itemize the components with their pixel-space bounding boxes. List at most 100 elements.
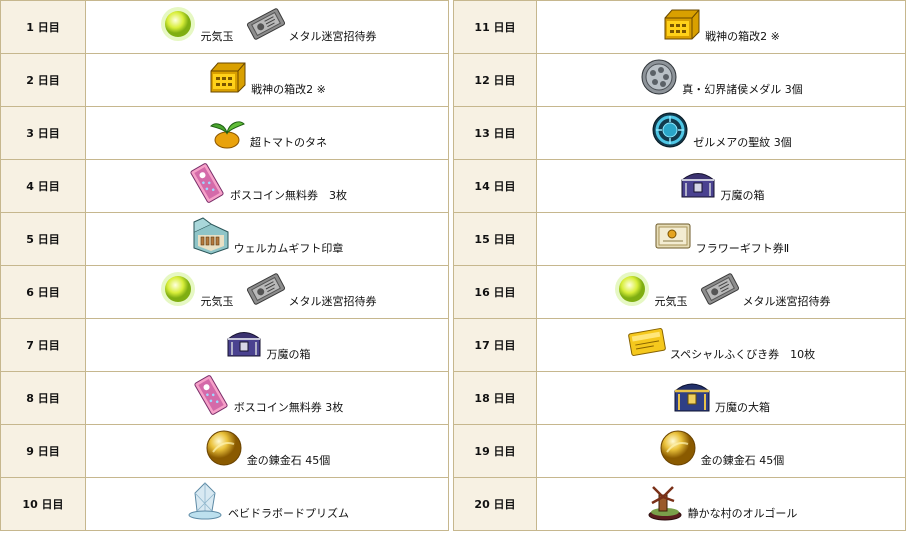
genki-orb-icon bbox=[160, 272, 195, 306]
reward-item: ウェルカムギフト印章 bbox=[191, 216, 344, 256]
reward-items: 金の錬金石 45個 bbox=[86, 428, 448, 474]
reward-cell: 元気玉 メタル迷宮招待券 bbox=[536, 265, 906, 319]
reward-label: メタル迷宮招待券 bbox=[288, 30, 377, 43]
reward-item: 戦神の箱改2 ※ bbox=[208, 57, 326, 97]
metal-ticket-icon bbox=[700, 273, 739, 305]
day-label: 11 日目 bbox=[453, 0, 537, 54]
day-label: 9 日目 bbox=[0, 424, 86, 478]
table-row: 6 日目 元気玉 メタル迷宮招待券 bbox=[0, 265, 449, 319]
reward-item: スペシャルふくびき券 10枚 bbox=[627, 322, 815, 362]
reward-items: 元気玉 メタル迷宮招待券 bbox=[86, 4, 448, 50]
day-label: 16 日目 bbox=[453, 265, 537, 319]
day-label: 4 日目 bbox=[0, 159, 86, 213]
reward-item: 静かな村のオルゴール bbox=[645, 481, 798, 521]
day-label: 8 日目 bbox=[0, 371, 86, 425]
music-box-icon bbox=[648, 486, 682, 521]
reward-items: 万魔の箱 bbox=[537, 163, 905, 209]
reward-items: 静かな村のオルゴール bbox=[537, 481, 905, 527]
day-label: 15 日目 bbox=[453, 212, 537, 266]
reward-cell: 万魔の大箱 bbox=[536, 371, 906, 425]
reward-item: メタル迷宮招待券 bbox=[246, 269, 377, 309]
day-label: 17 日目 bbox=[453, 318, 537, 372]
reward-cell: 金の錬金石 45個 bbox=[536, 424, 906, 478]
reward-cell: 戦神の箱改2 ※ bbox=[536, 0, 906, 54]
reward-item: 元気玉 bbox=[158, 269, 234, 309]
reward-items: ウェルカムギフト印章 bbox=[86, 216, 448, 262]
reward-item: 万魔の箱 bbox=[224, 322, 311, 362]
reward-item: ベビドラボードプリズム bbox=[185, 481, 349, 521]
reward-label: ベビドラボードプリズム bbox=[228, 507, 349, 520]
flower-gift-ticket-icon bbox=[655, 223, 691, 249]
reward-cell: 万魔の箱 bbox=[536, 159, 906, 213]
reward-cell: ボスコイン無料券 3枚 bbox=[85, 159, 449, 213]
day-label: 12 日目 bbox=[453, 53, 537, 107]
boss-coin-ticket-icon bbox=[194, 375, 228, 415]
reward-label: 万魔の大箱 bbox=[715, 401, 770, 414]
reward-item: 元気玉 bbox=[158, 4, 234, 44]
day-label: 3 日目 bbox=[0, 106, 86, 160]
reward-label: 元気玉 bbox=[200, 30, 234, 43]
reward-item: フラワーギフト券Ⅱ bbox=[653, 216, 789, 256]
table-row: 1 日目 元気玉 メタル迷宮招待券 bbox=[0, 0, 449, 54]
gold-box-icon bbox=[210, 62, 246, 93]
login-bonus-table-left: 1 日目 元気玉 メタル迷宮招待券 2 日目 戦神の箱改2 ※ 3 日目 超トマトのタネ 4 … bbox=[0, 0, 449, 531]
day-label: 14 日目 bbox=[453, 159, 537, 213]
reward-items: 戦神の箱改2 ※ bbox=[86, 57, 448, 103]
table-row: 7 日目 万魔の箱 bbox=[0, 318, 449, 372]
reward-cell: 静かな村のオルゴール bbox=[536, 477, 906, 531]
reward-item: 万魔の大箱 bbox=[672, 375, 770, 415]
reward-items: 万魔の大箱 bbox=[537, 375, 905, 421]
reward-label: 戦神の箱改2 ※ bbox=[705, 30, 780, 43]
reward-item: ボスコイン無料券 3枚 bbox=[191, 375, 344, 415]
table-row: 8 日目ボスコイン無料券 3枚 bbox=[0, 371, 449, 425]
reward-item: 超トマトのタネ bbox=[207, 110, 327, 150]
reward-item: 真・幻界諸侯メダル 3個 bbox=[639, 57, 803, 97]
table-row: 2 日目 戦神の箱改2 ※ bbox=[0, 53, 449, 107]
big-dark-chest-icon bbox=[674, 383, 710, 412]
genki-orb-icon bbox=[160, 7, 195, 41]
day-label: 10 日目 bbox=[0, 477, 86, 531]
prism-icon bbox=[188, 482, 222, 520]
boss-coin-ticket-icon bbox=[190, 163, 224, 203]
reward-cell: 戦神の箱改2 ※ bbox=[85, 53, 449, 107]
metal-ticket-icon bbox=[246, 273, 285, 305]
reward-items: ボスコイン無料券 3枚 bbox=[86, 375, 448, 421]
table-row: 16 日目 元気玉 メタル迷宮招待券 bbox=[453, 265, 906, 319]
reward-label: 金の錬金石 45個 bbox=[246, 454, 331, 467]
dark-chest-icon bbox=[681, 173, 714, 198]
reward-items: ゼルメアの聖紋 3個 bbox=[537, 110, 905, 156]
reward-cell: フラワーギフト券Ⅱ bbox=[536, 212, 906, 266]
reward-item: 金の錬金石 45個 bbox=[204, 428, 331, 468]
day-label: 19 日目 bbox=[453, 424, 537, 478]
table-row: 20 日目 静かな村のオルゴール bbox=[453, 477, 906, 531]
reward-item: 万魔の箱 bbox=[678, 163, 765, 203]
metal-ticket-icon bbox=[246, 8, 285, 40]
reward-cell: スペシャルふくびき券 10枚 bbox=[536, 318, 906, 372]
gold-box-icon bbox=[664, 9, 700, 40]
day-label: 5 日目 bbox=[0, 212, 86, 266]
table-row: 4 日目 ボスコイン無料券 3枚 bbox=[0, 159, 449, 213]
reward-label: 万魔の箱 bbox=[266, 348, 311, 361]
reward-label: ウェルカムギフト印章 bbox=[233, 242, 344, 255]
reward-item: ゼルメアの聖紋 3個 bbox=[650, 110, 792, 150]
reward-items: 真・幻界諸侯メダル 3個 bbox=[537, 57, 905, 103]
reward-item: メタル迷宮招待券 bbox=[246, 4, 377, 44]
table-row: 17 日目 スペシャルふくびき券 10枚 bbox=[453, 318, 906, 372]
reward-label: 静かな村のオルゴール bbox=[687, 507, 798, 520]
reward-label: ボスコイン無料券 3枚 bbox=[233, 401, 344, 414]
reward-label: メタル迷宮招待券 bbox=[288, 295, 377, 308]
reward-items: 超トマトのタネ bbox=[86, 110, 448, 156]
gold-stone-icon bbox=[660, 430, 696, 466]
hero-medal-icon bbox=[641, 59, 677, 95]
day-label: 13 日目 bbox=[453, 106, 537, 160]
reward-label: ゼルメアの聖紋 3個 bbox=[693, 136, 792, 149]
reward-items: フラワーギフト券Ⅱ bbox=[537, 216, 905, 262]
table-row: 13 日目ゼルメアの聖紋 3個 bbox=[453, 106, 906, 160]
reward-item: 金の錬金石 45個 bbox=[658, 428, 784, 468]
reward-cell: ボスコイン無料券 3枚 bbox=[85, 371, 449, 425]
table-row: 14 日目 万魔の箱 bbox=[453, 159, 906, 213]
table-row: 5 日目ウェルカムギフト印章 bbox=[0, 212, 449, 266]
day-label: 18 日目 bbox=[453, 371, 537, 425]
reward-label: メタル迷宮招待券 bbox=[742, 295, 831, 308]
reward-cell: 元気玉 メタル迷宮招待券 bbox=[85, 0, 449, 54]
